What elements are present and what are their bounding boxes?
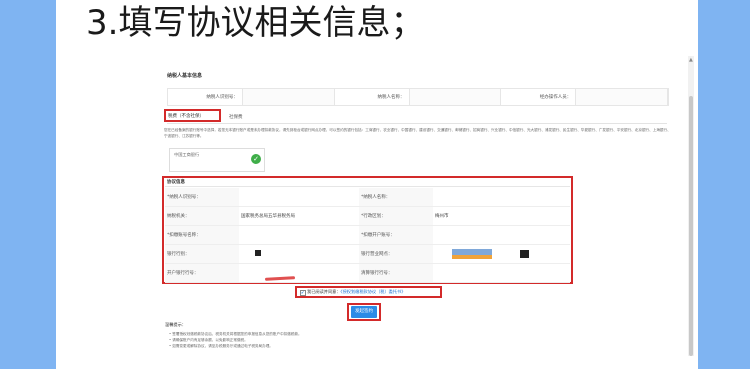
form-label: 开户银行行号： [165,264,239,283]
form-label: 银行行别： [165,245,239,264]
bank-option[interactable]: 中国工商银行 ✓ [169,148,265,172]
taxpayer-id-value [242,89,335,105]
agree-text: 我已阅读并同意：《授权划缴税款协议（税）委托书》 [307,289,405,295]
protocol-divider [165,186,570,187]
form-field[interactable] [239,264,359,283]
sign-button[interactable]: 发起签约 [351,306,377,318]
redaction-mark [452,255,492,259]
form-field[interactable] [433,264,570,283]
notice-list: • 签署授权划缴税款协议后，税务机关将根据您的申报信息从您的账户中扣缴税款。 •… [169,331,302,349]
scrollbar-thumb[interactable] [689,96,693,356]
redaction-mark [520,250,529,258]
taxpayer-name-label: 纳税人名称： [335,89,410,105]
form-label: *行政区划： [359,207,433,226]
basic-info-title: 纳税人基本信息 [167,73,203,79]
form-label: 银行营业网点： [359,245,433,264]
notice-item: • 如需变更或解除协议，请至办税服务厅或通过电子税务局办理。 [169,344,273,348]
taxpayer-id-label: 纳税人识别号： [168,89,243,105]
tab-tax[interactable]: 税费（不含社保） [168,113,204,119]
form-field[interactable] [433,226,570,245]
form-label: *纳税人名称： [359,188,433,207]
page-title: 3.填写协议相关信息； [86,3,425,43]
check-icon: ✓ [251,154,261,164]
form-field[interactable] [239,188,359,207]
operator-value [576,89,669,105]
form-label: 纳税机关： [165,207,239,226]
form-field[interactable]: 国家税务总局五华县税务局 [239,207,359,226]
bank-name: 中国工商银行 [174,152,200,157]
form-label: 清算银行行号： [359,264,433,283]
basic-info-table: 纳税人识别号： 纳税人名称： 经办操作人员： [167,88,669,106]
form-label: *纳税人识别号： [165,188,239,207]
screenshot-panel: 纳税人基本信息 纳税人识别号： 纳税人名称： 经办操作人员： 税费（不含社保） … [155,56,698,356]
form-label: *扣缴账号名称： [165,226,239,245]
form-field[interactable] [239,226,359,245]
taxpayer-name-value [409,89,502,105]
form-field[interactable] [433,188,570,207]
notice-title: 温馨提示： [165,322,186,327]
form-field[interactable]: 梅州市 [433,207,570,226]
protocol-form: *纳税人识别号： *纳税人名称： 纳税机关： 国家税务总局五华县税务局 *行政区… [165,188,570,283]
form-label: *扣缴开户账号： [359,226,433,245]
operator-label: 经办操作人员： [501,89,577,105]
agree-checkbox[interactable]: ✔ [300,290,306,296]
redaction-mark [255,250,261,256]
tab-social[interactable]: 社保费 [229,114,243,120]
tab-divider [167,123,667,124]
protocol-title: 协议信息 [167,180,185,185]
agreement-link[interactable]: 《授权划缴税款协议（税）委托书》 [341,289,406,294]
bank-instructions: 您在已经备案的银行账号中选择，若您无本银行账户或是未办理扣款协议，请先到柜台或银… [164,128,671,138]
agree-prefix: 我已阅读并同意： [307,289,341,294]
scroll-up-icon[interactable]: ▲ [689,57,693,63]
